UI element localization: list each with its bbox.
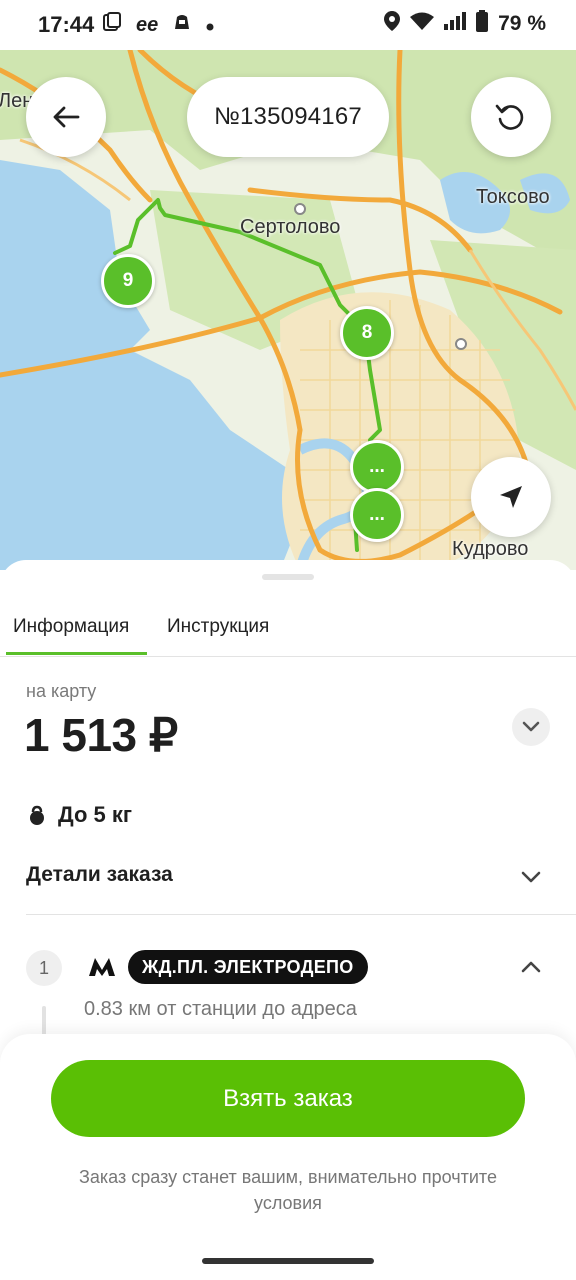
- status-bar: 17:44 ee 79 %: [0, 0, 576, 50]
- weight-limit: До 5 кг: [28, 802, 132, 828]
- status-time: 17:44: [38, 12, 95, 37]
- route-marker-cluster-b[interactable]: ...: [350, 488, 404, 542]
- route-marker-8[interactable]: 8: [340, 306, 394, 360]
- price-caption: на карту: [26, 681, 97, 701]
- my-location-button[interactable]: [471, 457, 551, 537]
- weight-label: До 5 кг: [58, 802, 133, 827]
- dot-icon: [206, 14, 214, 37]
- take-order-note: Заказ сразу станет вашим, внимательно пр…: [79, 1167, 497, 1213]
- kettlebell-icon: [30, 805, 44, 825]
- chevron-down-icon: [522, 721, 540, 732]
- take-order-button[interactable]: Взять заказ: [51, 1060, 525, 1137]
- order-details-label[interactable]: Детали заказа: [26, 863, 173, 887]
- price-expand-button[interactable]: [512, 708, 550, 746]
- map-label-toksovo: Токсово: [476, 186, 550, 208]
- route-marker-9[interactable]: 9: [101, 254, 155, 308]
- location-icon: [384, 11, 401, 37]
- refresh-icon: [495, 104, 524, 130]
- order-number: №135094167: [214, 103, 362, 130]
- signal-icon: [444, 12, 467, 36]
- refresh-button[interactable]: [471, 77, 551, 157]
- battery-icon: [476, 10, 489, 38]
- order-price: 1 513 ₽: [24, 709, 178, 761]
- battery-level: 79 %: [498, 12, 546, 35]
- details-chevron-down-icon[interactable]: [521, 870, 541, 889]
- action-card: Взять заказ Заказ сразу станет вашим, вн…: [0, 1034, 576, 1280]
- tab-information[interactable]: Информация: [13, 616, 129, 638]
- active-tab-indicator: [6, 652, 147, 655]
- stop-number: 1: [26, 950, 62, 986]
- station-distance: 0.83 км от станции до адреса: [84, 998, 357, 1020]
- stop-chevron-up-icon[interactable]: [521, 960, 541, 979]
- map-label-sertolovo: Сертолово: [240, 216, 341, 238]
- arrow-left-icon: [53, 106, 80, 128]
- screenshot-icon: [102, 12, 122, 38]
- app-notification-icon-2: [172, 12, 192, 38]
- order-number-pill: №135094167: [187, 77, 389, 157]
- route-marker-cluster-a[interactable]: ...: [350, 440, 404, 494]
- tab-bar: Информация Инструкция: [0, 608, 576, 657]
- metro-icon: [88, 956, 116, 983]
- wifi-icon: [410, 12, 435, 36]
- station-badge: ЖД.ПЛ. ЭЛЕКТРОДЕПО: [128, 950, 368, 984]
- back-button[interactable]: [26, 77, 106, 157]
- tab-instruction[interactable]: Инструкция: [167, 616, 269, 638]
- navigation-arrow-icon: [500, 486, 522, 508]
- map-label-kudrovo: Кудрово: [452, 538, 529, 560]
- home-indicator[interactable]: [202, 1258, 374, 1264]
- app-notification-icon: ee: [136, 13, 159, 36]
- divider: [26, 914, 576, 915]
- sheet-drag-handle[interactable]: [262, 574, 314, 580]
